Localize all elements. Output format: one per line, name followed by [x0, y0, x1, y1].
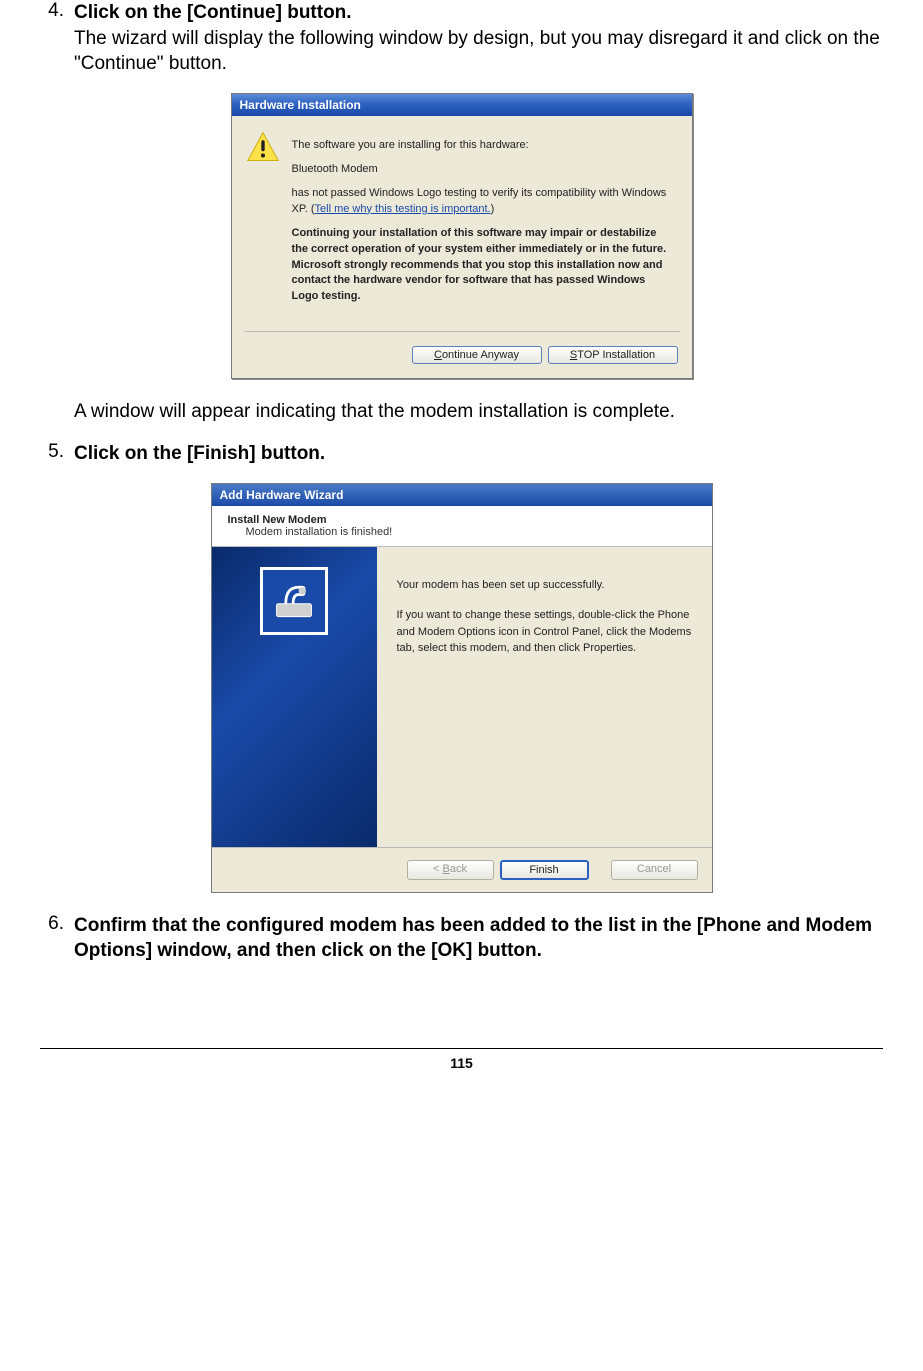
footer-rule — [40, 1048, 883, 1049]
step-bold-line: Confirm that the configured modem has be… — [74, 915, 872, 962]
step-bold-line: Click on the [Finish] button. — [74, 443, 325, 464]
hardware-installation-dialog: Hardware Installation The software you a… — [231, 93, 693, 379]
page-number: 115 — [0, 1055, 923, 1081]
dialog-titlebar: Hardware Installation — [232, 94, 692, 116]
dialog-header: Install New Modem Modem installation is … — [212, 506, 712, 547]
cancel-button: Cancel — [611, 860, 698, 880]
add-hardware-wizard-dialog: Add Hardware Wizard Install New Modem Mo… — [211, 483, 713, 893]
dialog-compat-text: has not passed Windows Logo testing to v… — [292, 186, 674, 218]
step-4: 4. Click on the [Continue] button. The w… — [30, 0, 893, 77]
step-6: 6. Confirm that the configured modem has… — [30, 913, 893, 964]
continue-anyway-button[interactable]: Continue Anyway — [412, 346, 542, 364]
dialog-subheading: Modem installation is finished! — [246, 526, 696, 538]
dialog-text: The software you are installing for this… — [292, 130, 674, 313]
post-step-4-text: A window will appear indicating that the… — [74, 399, 893, 425]
stop-installation-button[interactable]: STOP Installation — [548, 346, 678, 364]
why-testing-link[interactable]: Tell me why this testing is important. — [315, 203, 491, 215]
step-5: 5. Click on the [Finish] button. — [30, 441, 893, 467]
dialog-side-panel — [212, 547, 377, 847]
step-description: The wizard will display the following wi… — [74, 28, 880, 75]
finish-button[interactable]: Finish — [500, 860, 589, 880]
back-button: < Back — [407, 860, 494, 880]
modem-icon — [260, 567, 328, 635]
dialog-line-1: The software you are installing for this… — [292, 138, 674, 154]
dialog-device-name: Bluetooth Modem — [292, 162, 674, 178]
dialog-heading: Install New Modem — [228, 514, 696, 526]
dialog-body-2: If you want to change these settings, do… — [397, 607, 692, 657]
dialog-content: Your modem has been set up successfully.… — [377, 547, 712, 847]
warning-icon — [246, 130, 280, 164]
dialog-titlebar: Add Hardware Wizard — [212, 484, 712, 506]
dialog-body-1: Your modem has been set up successfully. — [397, 577, 692, 594]
step-number: 4. — [30, 0, 74, 77]
step-number: 5. — [30, 441, 74, 467]
step-number: 6. — [30, 913, 74, 964]
dialog-warning-bold: Continuing your installation of this sof… — [292, 226, 674, 306]
step-bold-line: Click on the [Continue] button. — [74, 2, 352, 23]
